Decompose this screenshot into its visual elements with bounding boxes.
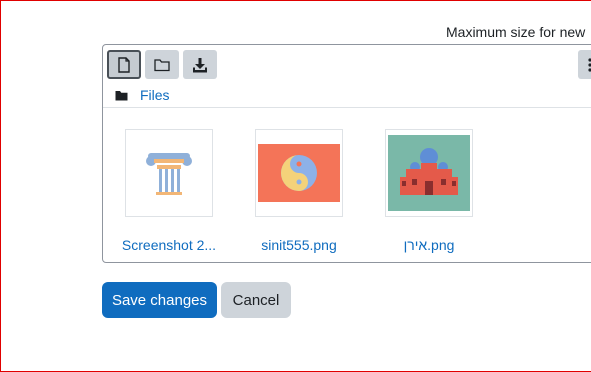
file-item-screenshot[interactable]: Screenshot 2... (104, 129, 234, 253)
folder-icon (154, 58, 170, 71)
file-thumbnail[interactable] (125, 129, 213, 217)
download-all-button[interactable] (183, 50, 217, 79)
folder-icon (115, 90, 128, 100)
file-item-sinit555[interactable]: sinit555.png (234, 129, 364, 253)
breadcrumb-files-link[interactable]: Files (140, 87, 170, 103)
more-options-button[interactable] (578, 50, 591, 79)
download-icon (193, 57, 207, 72)
file-manager-toolbar: Files (103, 45, 591, 108)
file-name-link[interactable]: sinit555.png (234, 237, 364, 253)
create-folder-button[interactable] (145, 50, 179, 79)
file-item-iran[interactable]: אירן.png (364, 129, 494, 253)
max-size-text: Maximum size for new (446, 24, 586, 40)
file-manager: Files Screenshot 2... sinit555.png אירן.… (102, 44, 591, 263)
file-name-link[interactable]: Screenshot 2... (104, 237, 234, 253)
column-icon (146, 153, 192, 195)
file-name-link[interactable]: אירן.png (364, 237, 494, 253)
save-changes-button[interactable]: Save changes (102, 282, 217, 318)
file-thumbnail[interactable] (255, 129, 343, 217)
file-icon (118, 56, 130, 73)
cancel-button[interactable]: Cancel (221, 282, 291, 318)
yin-yang-icon (258, 144, 340, 202)
breadcrumb: Files (115, 86, 170, 104)
add-file-button[interactable] (107, 50, 141, 79)
file-thumbnail[interactable] (385, 129, 473, 217)
building-icon (388, 135, 470, 211)
